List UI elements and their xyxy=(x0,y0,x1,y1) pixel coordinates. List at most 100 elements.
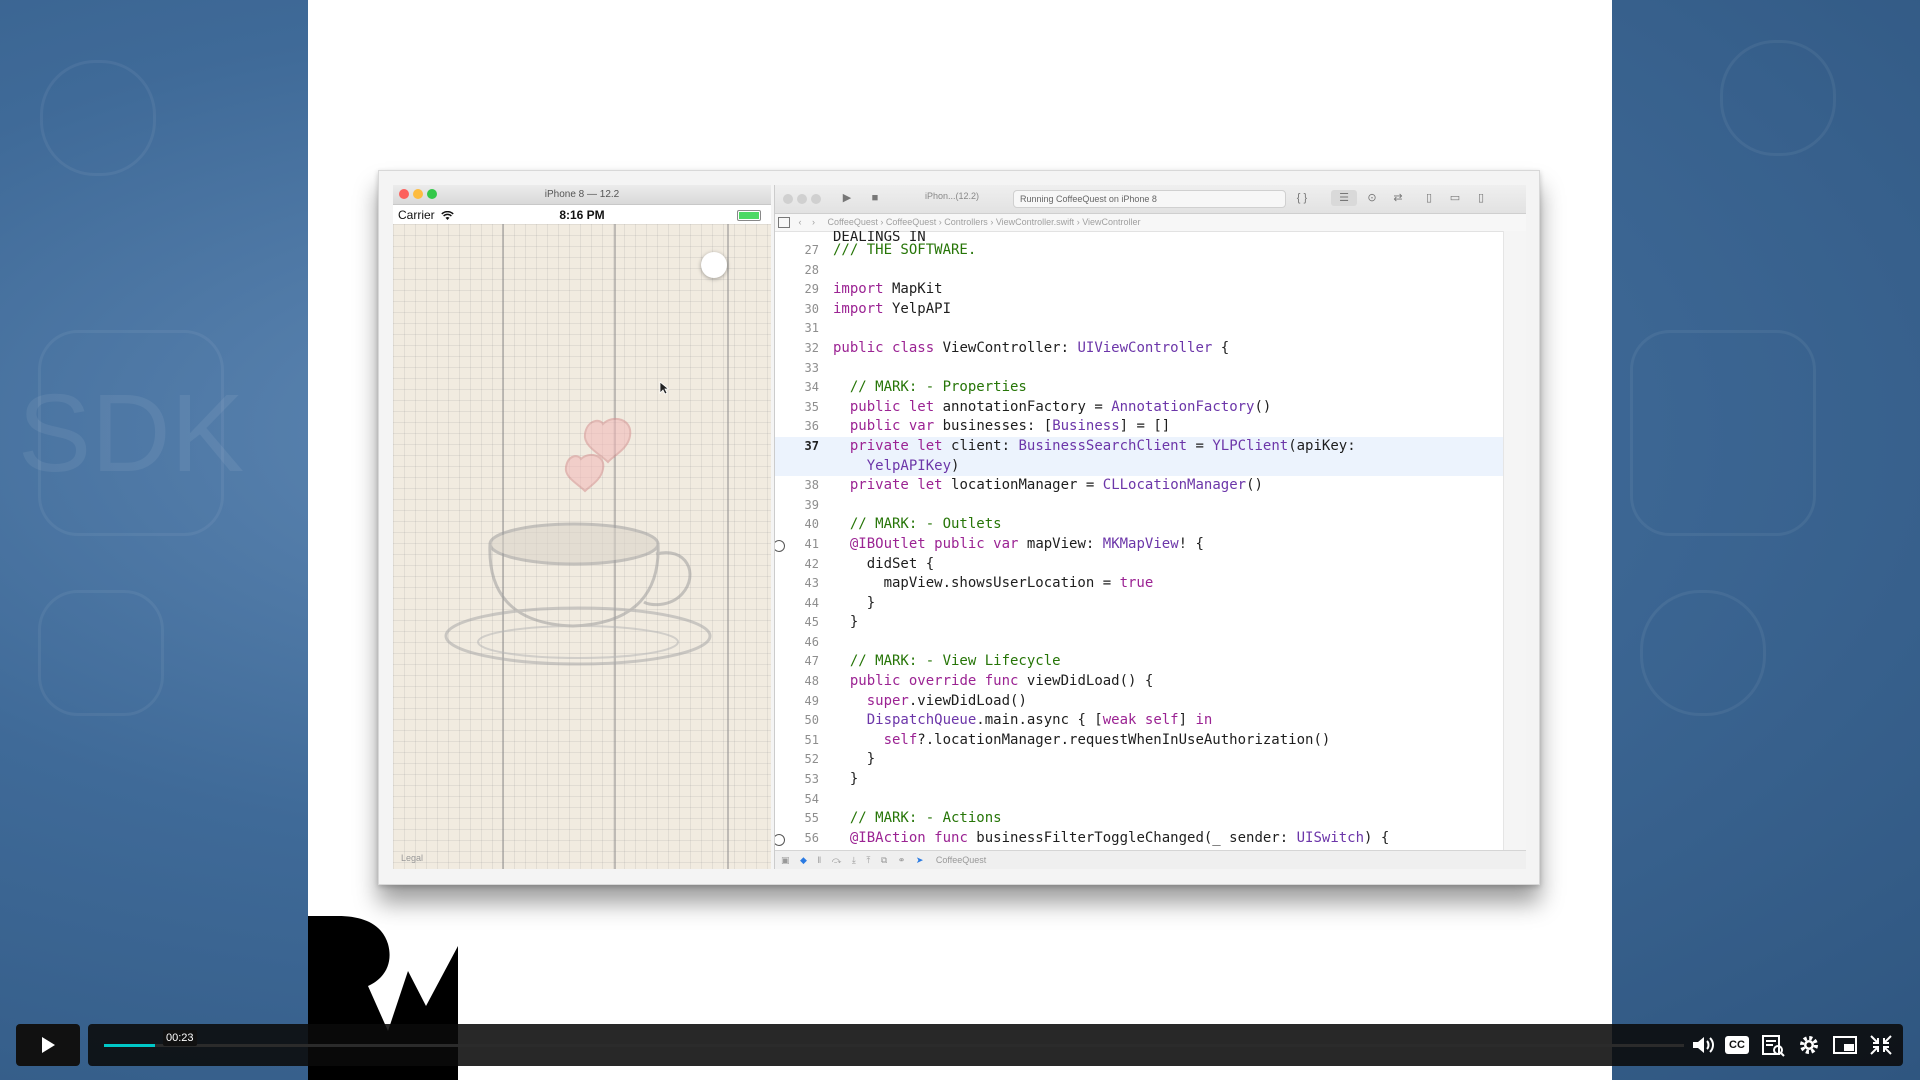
code-text: public let annotationFactory = Annotatio… xyxy=(849,398,1272,415)
xcode-close-icon[interactable] xyxy=(783,194,793,204)
xcode-zoom-icon[interactable] xyxy=(811,194,821,204)
line-number[interactable]: 36 xyxy=(775,417,819,437)
code-text: // MARK: - Outlets xyxy=(849,516,1002,533)
fullscreen-exit-icon[interactable] xyxy=(1868,1033,1894,1057)
hide-debug-area-icon[interactable]: ▣ xyxy=(781,855,790,865)
map-legal-link[interactable]: Legal xyxy=(401,853,423,863)
line-number[interactable]: 40 xyxy=(775,515,819,535)
line-number[interactable]: 54 xyxy=(775,790,819,810)
line-number[interactable]: 31 xyxy=(775,319,819,339)
run-button[interactable]: ▶ xyxy=(837,190,857,206)
debug-target-label: CoffeeQuest xyxy=(935,855,987,865)
debug-area-toggle-button[interactable]: ▭ xyxy=(1445,190,1465,206)
jump-bar-item[interactable]: ViewController xyxy=(1082,217,1140,227)
code-text: mapView.showsUserLocation = true xyxy=(833,575,1154,592)
line-number[interactable]: 50 xyxy=(775,711,819,731)
zoom-window-icon[interactable] xyxy=(427,189,437,199)
play-button[interactable] xyxy=(16,1024,80,1066)
step-over-icon[interactable]: ⤼ xyxy=(832,855,842,865)
pause-icon[interactable]: ‖ xyxy=(817,855,821,865)
settings-icon[interactable] xyxy=(1796,1033,1822,1057)
gear-icon xyxy=(1640,590,1766,716)
line-number[interactable]: 32 xyxy=(775,339,819,359)
code-line: 30 import YelpAPI xyxy=(775,300,1504,320)
related-items-icon[interactable] xyxy=(778,217,790,229)
assistant-editor-button[interactable]: ⊙ xyxy=(1361,190,1383,206)
progress-bar[interactable]: 00:23 CC xyxy=(88,1024,1903,1066)
line-number[interactable]: 43 xyxy=(775,574,819,594)
code-line: 33 xyxy=(775,359,1504,379)
jump-bar-item[interactable]: CoffeeQuest xyxy=(886,217,936,227)
heart-icon xyxy=(40,60,156,176)
line-number[interactable]: 37 xyxy=(775,437,819,457)
business-filter-toggle[interactable] xyxy=(701,252,727,278)
inspector-toggle-button[interactable]: ▯ xyxy=(1471,190,1491,206)
step-into-icon[interactable]: ⤓ xyxy=(852,855,856,865)
scheme-selector[interactable]: iPhon...(12.2) xyxy=(925,191,979,201)
navigator-toggle-button[interactable]: ▯ xyxy=(1419,190,1439,206)
line-number[interactable]: 30 xyxy=(775,300,819,320)
code-text: /// THE SOFTWARE. xyxy=(833,242,977,258)
line-number[interactable]: 34 xyxy=(775,378,819,398)
forward-icon[interactable]: › xyxy=(812,217,815,227)
line-number[interactable]: 55 xyxy=(775,809,819,829)
code-line: 35 public let annotationFactory = Annota… xyxy=(775,398,1504,418)
transcript-icon[interactable] xyxy=(1760,1033,1786,1057)
captions-icon[interactable]: CC xyxy=(1725,1036,1749,1054)
code-line: 27 /// THE SOFTWARE. xyxy=(775,241,1504,261)
back-icon[interactable]: ‹ xyxy=(799,217,802,227)
code-line: 46 xyxy=(775,633,1504,653)
line-number[interactable]: 44 xyxy=(775,594,819,614)
line-number[interactable]: 49 xyxy=(775,692,819,712)
breakpoints-toggle-icon[interactable]: ◆ xyxy=(800,855,807,865)
line-number[interactable]: 48 xyxy=(775,672,819,692)
code-text: } xyxy=(833,614,859,631)
code-text: public class ViewController: UIViewContr… xyxy=(833,339,1230,356)
close-window-icon[interactable] xyxy=(399,189,409,199)
line-number[interactable]: 27 xyxy=(775,241,819,261)
pip-icon[interactable] xyxy=(1832,1033,1858,1057)
volume-icon[interactable] xyxy=(1690,1033,1716,1057)
view-debugger-icon[interactable]: ⧉ xyxy=(881,855,887,865)
xcode-toolbar: ▶ ■ iPhon...(12.2) Running CoffeeQuest o… xyxy=(775,185,1526,214)
version-editor-button[interactable]: ⇄ xyxy=(1387,190,1409,206)
code-line: 41 @IBOutlet public var mapView: MKMapVi… xyxy=(775,535,1504,555)
standard-editor-button[interactable]: ☰ xyxy=(1331,190,1357,206)
line-number[interactable]: 35 xyxy=(775,398,819,418)
line-number[interactable]: 38 xyxy=(775,476,819,496)
minimize-window-icon[interactable] xyxy=(413,189,423,199)
stop-button[interactable]: ■ xyxy=(865,190,885,206)
line-number[interactable]: 33 xyxy=(775,359,819,379)
line-number[interactable]: 29 xyxy=(775,280,819,300)
debug-bar: ▣ ◆ ‖ ⤼ ⤓ ⤒ ⧉ ⚭ ➤ CoffeeQuest xyxy=(775,850,1526,869)
line-number[interactable]: 42 xyxy=(775,555,819,575)
line-number[interactable]: 52 xyxy=(775,750,819,770)
line-number[interactable]: 39 xyxy=(775,496,819,516)
step-out-icon[interactable]: ⤒ xyxy=(866,855,870,865)
line-number[interactable]: 51 xyxy=(775,731,819,751)
code-text: @IBOutlet public var mapView: MKMapView!… xyxy=(849,535,1204,552)
line-number[interactable]: 53 xyxy=(775,770,819,790)
line-number[interactable]: 47 xyxy=(775,652,819,672)
jump-bar-item[interactable]: Controllers xyxy=(944,217,988,227)
xcode-minimize-icon[interactable] xyxy=(797,194,807,204)
code-text: public override func viewDidLoad() { xyxy=(849,673,1154,690)
chart-icon xyxy=(38,590,164,716)
line-number[interactable]: 45 xyxy=(775,613,819,633)
source-editor[interactable]: DEALINGS IN 27 /// THE SOFTWARE. 28 29 impor… xyxy=(775,231,1504,851)
code-line: 38 private let locationManager = CLLocat… xyxy=(775,476,1504,496)
code-text: } xyxy=(833,594,876,611)
line-number[interactable]: 28 xyxy=(775,261,819,281)
code-text: import YelpAPI xyxy=(833,300,952,317)
jump-bar-item[interactable]: ViewController.swift xyxy=(996,217,1074,227)
code-text: super.viewDidLoad() xyxy=(866,692,1027,709)
library-button[interactable]: { } xyxy=(1293,190,1311,206)
progress-track[interactable]: 00:23 xyxy=(104,1030,1684,1047)
memory-graph-icon[interactable]: ⚭ xyxy=(898,855,906,865)
code-line: 34 // MARK: - Properties xyxy=(775,378,1504,398)
simulate-location-icon[interactable]: ➤ xyxy=(916,855,924,865)
line-number[interactable]: 46 xyxy=(775,633,819,653)
map-view[interactable]: Legal xyxy=(393,224,771,869)
jump-bar-item[interactable]: CoffeeQuest xyxy=(828,217,878,227)
code-text: } xyxy=(833,751,876,768)
